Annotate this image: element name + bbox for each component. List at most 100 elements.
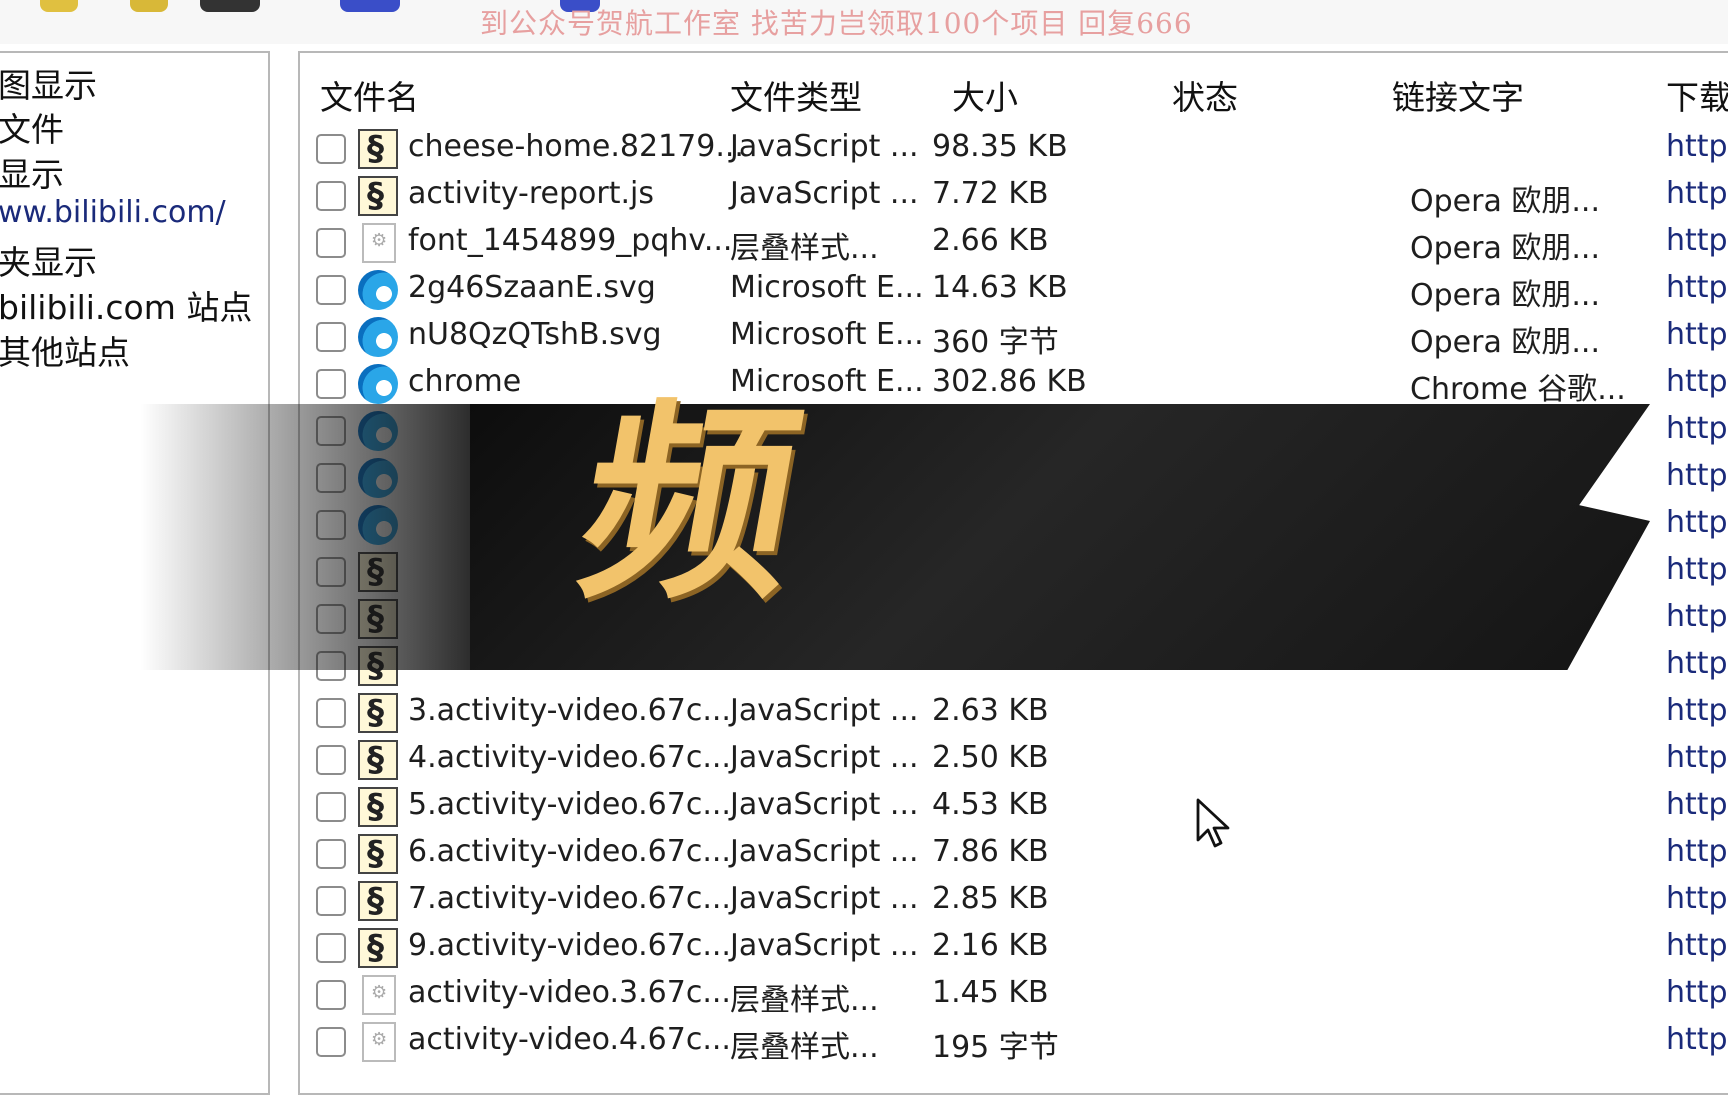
link-text: Opera 欧朋... [1410,184,1600,219]
download-url: https [1666,928,1728,963]
toolbar-icon[interactable] [130,0,168,12]
file-size: 2.85 KB [932,881,1049,916]
file-row[interactable]: cheese-home.82179...JavaScript ... 98.35 … [300,127,1728,173]
watermark-text: 到公众号贺航工作室 找苦力岂领取100个项目 回复666 [480,7,1193,40]
row-checkbox[interactable] [316,369,346,399]
file-size: 2.66 KB [932,223,1049,258]
download-url: https [1666,129,1728,164]
file-row[interactable]: activity-report.js JavaScript ... 7.72 KB O… [300,174,1728,220]
row-checkbox[interactable] [316,839,346,869]
tree-item[interactable]: 显示 [0,148,64,196]
edge-browser-icon [358,317,398,357]
file-row[interactable]: 3.activity-video.67c...JavaScript ... 2.6… [300,691,1728,737]
file-row[interactable]: 5.activity-video.67c...JavaScript ... 4.5… [300,785,1728,831]
js-file-icon [358,129,398,169]
column-header-filetype[interactable]: 文件类型 [730,71,862,119]
column-header-filename[interactable]: 文件名 [320,71,419,119]
column-header-size[interactable]: 大小 [952,71,1018,119]
download-url: https [1666,223,1728,258]
tree-item[interactable]: 夹显示 [0,236,97,284]
file-type: 层叠样式... [730,983,879,1018]
file-row[interactable]: 2g46SzaanE.svg Microsoft E... 14.63 KB Oper… [300,268,1728,314]
js-file-icon [358,787,398,827]
file-size: 2.16 KB [932,928,1049,963]
file-type: JavaScript ... [730,176,919,211]
file-name: 6.activity-video.67c... [408,834,731,869]
row-checkbox[interactable] [316,181,346,211]
file-type: JavaScript ... [730,881,919,916]
file-name: activity-video.3.67c... [408,975,731,1010]
file-type: JavaScript ... [730,129,919,164]
file-size: 195 字节 [932,1030,1059,1065]
row-checkbox[interactable] [316,792,346,822]
download-url: https [1666,317,1728,352]
download-url: https [1666,740,1728,775]
column-header-status[interactable]: 状态 [1172,71,1238,119]
file-row[interactable]: 6.activity-video.67c...JavaScript ... 7.8… [300,832,1728,878]
file-size: 7.72 KB [932,176,1049,211]
toolbar-icon[interactable] [40,0,78,12]
row-checkbox[interactable] [316,134,346,164]
file-type: JavaScript ... [730,693,919,728]
js-file-icon [358,693,398,733]
file-row[interactable]: chrome Microsoft E... 302.86 KB Chrome 谷歌..… [300,362,1728,408]
column-header-download[interactable]: 下载 [1666,71,1728,119]
css-file-icon [362,223,396,263]
tree-item[interactable]: 文件 [0,103,64,151]
js-file-icon [358,834,398,874]
tree-item-other-sites[interactable]: 其他站点 [0,326,130,374]
file-row[interactable]: font_1454899_pqhv...层叠样式... 2.66 KB Opera … [300,221,1728,267]
file-size: 7.86 KB [932,834,1049,869]
file-size: 14.63 KB [932,270,1068,305]
link-text: Opera 欧朋... [1410,231,1600,266]
download-url: https [1666,1022,1728,1057]
file-type: JavaScript ... [730,834,919,869]
js-file-icon [358,740,398,780]
file-name: chrome [408,364,522,399]
video-overlay-glyph: 频 [563,382,817,627]
file-row[interactable]: 9.activity-video.67c...JavaScript ... 2.1… [300,926,1728,972]
tree-item[interactable]: 图显示 [0,59,97,107]
file-type: 层叠样式... [730,231,879,266]
file-size: 1.45 KB [932,975,1049,1010]
video-overlay-fade [140,404,480,670]
file-row[interactable]: activity-video.4.67c...层叠样式... 195 字节 http… [300,1020,1728,1066]
row-checkbox[interactable] [316,275,346,305]
toolbar-icon[interactable] [200,0,260,12]
toolbar-icon[interactable] [340,0,400,12]
file-type: Microsoft E... [730,317,924,352]
download-url: https [1666,458,1728,493]
file-row[interactable]: nU8QzQTshB.svg Microsoft E... 360 字节 Opera … [300,315,1728,361]
file-size: 302.86 KB [932,364,1087,399]
js-file-icon [358,881,398,921]
link-text: Chrome 谷歌... [1410,372,1626,407]
tree-item-site[interactable]: bilibili.com 站点 [0,281,252,329]
row-checkbox[interactable] [316,745,346,775]
row-checkbox[interactable] [316,322,346,352]
file-name: 7.activity-video.67c... [408,881,731,916]
top-toolbar-strip: 到公众号贺航工作室 找苦力岂领取100个项目 回复666 [0,0,1728,44]
tree-item-site-url[interactable]: ww.bilibili.com/ [0,195,226,230]
file-row[interactable]: 4.activity-video.67c...JavaScript ... 2.5… [300,738,1728,784]
link-text: Opera 欧朋... [1410,278,1600,313]
download-url: https [1666,599,1728,634]
row-checkbox[interactable] [316,886,346,916]
file-row[interactable]: activity-video.3.67c...层叠样式... 1.45 KB htt… [300,973,1728,1019]
row-checkbox[interactable] [316,1027,346,1057]
file-size: 4.53 KB [932,787,1049,822]
row-checkbox[interactable] [316,980,346,1010]
row-checkbox[interactable] [316,698,346,728]
link-text: Opera 欧朋... [1410,325,1600,360]
edge-browser-icon [358,270,398,310]
file-name: 4.activity-video.67c... [408,740,731,775]
row-checkbox[interactable] [316,933,346,963]
file-row[interactable]: 7.activity-video.67c...JavaScript ... 2.8… [300,879,1728,925]
file-name: activity-report.js [408,176,655,211]
file-name: 5.activity-video.67c... [408,787,731,822]
file-name: 9.activity-video.67c... [408,928,731,963]
js-file-icon [358,928,398,968]
column-header-link-text[interactable]: 链接文字 [1392,71,1524,119]
row-checkbox[interactable] [316,228,346,258]
edge-browser-icon [358,364,398,404]
file-name: 3.activity-video.67c... [408,693,731,728]
